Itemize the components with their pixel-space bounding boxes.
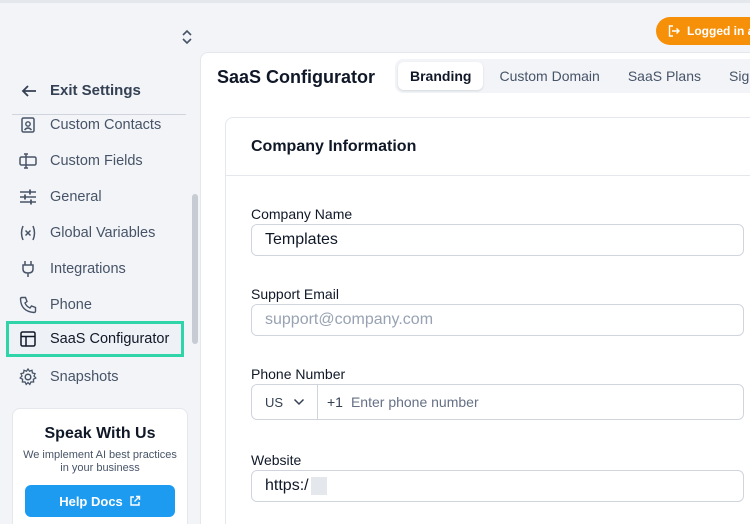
- promo-title: Speak With Us: [44, 425, 156, 442]
- exit-settings-label: Exit Settings: [50, 82, 141, 99]
- sidebar-item-saas-configurator[interactable]: SaaS Configurator: [6, 321, 184, 357]
- website-label: Website: [251, 452, 302, 468]
- tab-bar: Branding Custom Domain SaaS Plans Sig: [395, 59, 750, 93]
- sidebar-item-label: Snapshots: [50, 369, 119, 385]
- phone-number-label: Phone Number: [251, 366, 346, 382]
- country-select[interactable]: US: [252, 385, 318, 419]
- tab-custom-domain[interactable]: Custom Domain: [487, 62, 611, 90]
- phone-number-field: US +1 Enter phone number: [251, 384, 744, 420]
- logged-in-badge[interactable]: Logged in a: [656, 17, 750, 45]
- sidebar-item-label: Integrations: [50, 261, 126, 277]
- gear-icon: [19, 367, 37, 386]
- logged-in-label: Logged in a: [687, 24, 750, 38]
- settings-nav: Custom Contacts Custom Fields General Gl…: [0, 115, 190, 395]
- chevron-down-icon: [294, 398, 305, 406]
- speak-with-us-card: Speak With Us We implement AI best pract…: [12, 408, 188, 524]
- sidebar-item-custom-fields[interactable]: Custom Fields: [6, 143, 184, 179]
- sidebar-item-integrations[interactable]: Integrations: [6, 251, 184, 287]
- sidebar-item-global-variables[interactable]: Global Variables: [6, 215, 184, 251]
- sidebar-scrollbar[interactable]: [192, 194, 198, 344]
- website-value: https:/: [265, 477, 309, 494]
- help-docs-label: Help Docs: [59, 493, 123, 509]
- tab-sig[interactable]: Sig: [717, 62, 750, 90]
- dial-code: +1: [327, 394, 343, 410]
- sidebar-item-snapshots[interactable]: Snapshots: [6, 359, 184, 395]
- sliders-icon: [20, 189, 36, 205]
- help-docs-button[interactable]: Help Docs: [25, 485, 175, 517]
- sidebar-item-phone[interactable]: Phone: [6, 287, 184, 323]
- phone-number-input[interactable]: Enter phone number: [351, 394, 479, 410]
- account-switcher-icon[interactable]: [180, 29, 194, 45]
- logout-icon: [668, 25, 680, 37]
- settings-sidebar: Exit Settings Custom Contacts Custom Fie…: [0, 52, 200, 524]
- company-name-label: Company Name: [251, 206, 353, 222]
- exit-settings-link[interactable]: Exit Settings: [20, 82, 141, 99]
- tab-saas-plans[interactable]: SaaS Plans: [616, 62, 713, 90]
- tab-branding[interactable]: Branding: [398, 62, 484, 90]
- company-information-card: Company Information Company Name Templat…: [225, 117, 750, 524]
- variables-icon: [20, 225, 36, 241]
- sidebar-item-label: Custom Fields: [50, 153, 143, 169]
- sidebar-item-general[interactable]: General: [6, 179, 184, 215]
- sidebar-item-label: SaaS Configurator: [50, 331, 170, 347]
- sidebar-item-label: Global Variables: [50, 225, 156, 241]
- sidebar-item-custom-contacts[interactable]: Custom Contacts: [6, 115, 184, 143]
- layout-icon: [20, 331, 36, 347]
- company-name-input[interactable]: Templates: [251, 224, 744, 256]
- promo-text: We implement AI best practices in your b…: [23, 449, 177, 474]
- sidebar-item-label: Custom Contacts: [50, 117, 162, 133]
- support-email-label: Support Email: [251, 286, 339, 302]
- top-bar: Logged in a: [0, 0, 750, 52]
- card-title: Company Information: [226, 118, 750, 176]
- sidebar-item-label: General: [50, 189, 102, 205]
- custom-fields-icon: [19, 153, 37, 169]
- redacted-text: [310, 477, 327, 495]
- website-input[interactable]: https:/: [251, 470, 744, 502]
- external-link-icon: [130, 495, 140, 506]
- country-code: US: [265, 394, 284, 410]
- page-title: SaaS Configurator: [217, 67, 376, 87]
- main-panel: SaaS Configurator Branding Custom Domain…: [200, 52, 750, 524]
- arrow-left-icon: [21, 84, 36, 97]
- sidebar-item-label: Phone: [50, 297, 92, 313]
- plug-icon: [22, 261, 34, 277]
- phone-icon: [19, 296, 37, 314]
- support-email-input[interactable]: support@company.com: [251, 304, 744, 336]
- contacts-icon: [21, 117, 35, 133]
